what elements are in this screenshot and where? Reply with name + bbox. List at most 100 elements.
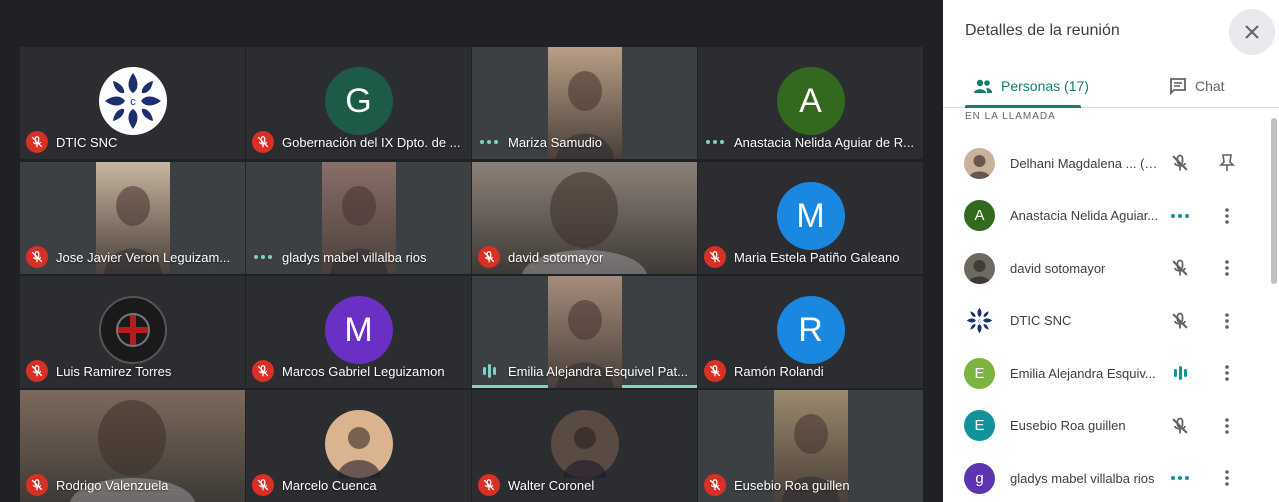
person-name: Anastacia Nelida Aguiar... (1010, 208, 1159, 224)
participant-tile[interactable]: R Ramón Rolandi (698, 276, 923, 388)
speaking-dots-icon (1169, 205, 1191, 227)
participant-tile[interactable]: Marcelo Cuenca (246, 390, 471, 502)
more-options-button[interactable] (1216, 362, 1238, 384)
mic-off-icon (257, 136, 269, 148)
close-panel-button[interactable] (1229, 9, 1275, 55)
panel-tabs: Personas (17) Chat (943, 64, 1279, 108)
people-list-item[interactable]: c DTIC SNC (943, 295, 1271, 348)
participant-tile[interactable]: Eusebio Roa guillen (698, 390, 923, 502)
participant-tile[interactable]: c DTIC SNC (20, 47, 245, 159)
participant-avatar: A (776, 67, 845, 135)
participant-tile[interactable]: M Marcos Gabriel Leguizamon (246, 276, 471, 388)
mic-off-icon (709, 251, 721, 263)
person-name: Delhani Magdalena ... (Tú) (1010, 155, 1160, 171)
person-photo (968, 154, 991, 179)
participant-avatar (550, 410, 619, 478)
participant-tile[interactable]: gladys mabel villalba rios (246, 162, 471, 274)
participant-name-bar: Walter Coronel (478, 474, 594, 496)
more-options-button[interactable] (1216, 467, 1238, 489)
pin-icon (1219, 154, 1235, 172)
dtic-logo: c (98, 67, 167, 135)
chat-icon (1170, 78, 1186, 95)
mic-muted-indicator (1169, 152, 1191, 174)
panel-scrollbar[interactable] (1271, 118, 1277, 284)
participant-name: Rodrigo Valenzuela (56, 477, 169, 493)
participant-avatar: M (324, 296, 393, 364)
participant-tile[interactable]: Mariza Samudio (472, 47, 697, 159)
participant-tile[interactable]: G Gobernación del IX Dpto. de ... (246, 47, 471, 159)
tab-people[interactable]: Personas (17) (973, 64, 1089, 108)
people-list-item[interactable]: g gladys mabel villalba rios (943, 452, 1271, 502)
participant-name: Eusebio Roa guillen (734, 477, 850, 493)
mic-muted-indicator (704, 474, 726, 496)
participant-name: Marcelo Cuenca (282, 477, 377, 493)
active-tab-indicator (965, 105, 1081, 108)
mic-muted-indicator (252, 360, 274, 382)
people-list-item[interactable]: A Anastacia Nelida Aguiar... (943, 190, 1271, 243)
speaking-dots-icon (252, 246, 274, 268)
participant-name: Jose Javier Veron Leguizam... (56, 249, 231, 265)
participant-tile[interactable]: Walter Coronel (472, 390, 697, 502)
person-photo (336, 427, 381, 478)
more-options-button[interactable] (1216, 310, 1238, 332)
people-list: Delhani Magdalena ... (Tú) A Anastacia Ne… (943, 137, 1271, 502)
mic-muted-indicator (1169, 310, 1191, 332)
more-options-button[interactable] (1216, 415, 1238, 437)
participant-name: Marcos Gabriel Leguizamon (282, 363, 445, 379)
participant-tile[interactable]: Emilia Alejandra Esquivel Pat... (472, 276, 697, 388)
person-name: Emilia Alejandra Esquiv... (1010, 365, 1156, 381)
tab-chat[interactable]: Chat (1169, 64, 1225, 108)
more-options-button[interactable] (1216, 257, 1238, 279)
speaking-dots-icon (1169, 467, 1191, 489)
participant-name-bar: Maria Estela Patiño Galeano (704, 246, 899, 268)
mic-muted-indicator (26, 360, 48, 382)
speaking-dots-icon (704, 131, 726, 153)
mic-off-icon (31, 251, 43, 263)
section-label: EN LA LLAMADA (965, 111, 1056, 122)
video-stage: c DTIC SNC G Gobernación del IX Dpto. de … (0, 0, 943, 502)
mic-muted-indicator (704, 360, 726, 382)
tab-people-label: Personas (17) (1001, 78, 1089, 94)
participant-name-bar: Emilia Alejandra Esquivel Pat... (478, 360, 688, 382)
participant-name: DTIC SNC (56, 134, 118, 150)
mic-muted-indicator (478, 246, 500, 268)
people-list-item[interactable]: E Emilia Alejandra Esquiv... (943, 347, 1271, 400)
participant-name-bar: Anastacia Nelida Aguiar de R... (704, 131, 914, 153)
participant-name-bar: Rodrigo Valenzuela (26, 474, 169, 496)
more-icon (1225, 417, 1229, 434)
participant-name: gladys mabel villalba rios (282, 249, 427, 265)
people-list-item[interactable]: david sotomayor (943, 242, 1271, 295)
person-name: gladys mabel villalba rios (1010, 470, 1155, 486)
pin-button[interactable] (1216, 152, 1238, 174)
audio-wave-icon (478, 360, 500, 382)
participant-tile[interactable]: Rodrigo Valenzuela (20, 390, 245, 502)
mic-off-icon (1172, 312, 1188, 329)
meeting-details-panel: Detalles de la reunión Personas (17) Cha… (943, 0, 1279, 502)
speaking-indicator (1169, 205, 1191, 227)
participant-avatar (98, 296, 167, 364)
person-avatar: A (964, 200, 995, 232)
more-icon (1225, 470, 1229, 487)
participant-tile[interactable]: M Maria Estela Patiño Galeano (698, 162, 923, 274)
participant-name-bar: DTIC SNC (26, 131, 117, 153)
mic-off-icon (709, 479, 721, 491)
person-avatar: c (964, 305, 995, 337)
participant-tile[interactable]: A Anastacia Nelida Aguiar de R... (698, 47, 923, 159)
people-list-item[interactable]: E Eusebio Roa guillen (943, 400, 1271, 453)
participant-name: Maria Estela Patiño Galeano (734, 249, 900, 265)
participant-name-bar: Eusebio Roa guillen (704, 474, 850, 496)
participant-tile[interactable]: Jose Javier Veron Leguizam... (20, 162, 245, 274)
participant-name-bar: Mariza Samudio (478, 131, 602, 153)
more-options-button[interactable] (1216, 205, 1238, 227)
audio-wave-icon (1169, 362, 1191, 384)
participant-tile[interactable]: david sotomayor (472, 162, 697, 274)
participant-name: david sotomayor (508, 249, 604, 265)
person-avatar (964, 147, 995, 179)
panel-title: Detalles de la reunión (965, 22, 1120, 39)
people-list-item[interactable]: Delhani Magdalena ... (Tú) (943, 137, 1271, 190)
mic-off-icon (1172, 259, 1188, 276)
participant-name-bar: Jose Javier Veron Leguizam... (26, 246, 230, 268)
participant-tile[interactable]: Luis Ramirez Torres (20, 276, 245, 388)
participant-name-bar: Gobernación del IX Dpto. de ... (252, 131, 461, 153)
close-icon (1245, 25, 1259, 39)
